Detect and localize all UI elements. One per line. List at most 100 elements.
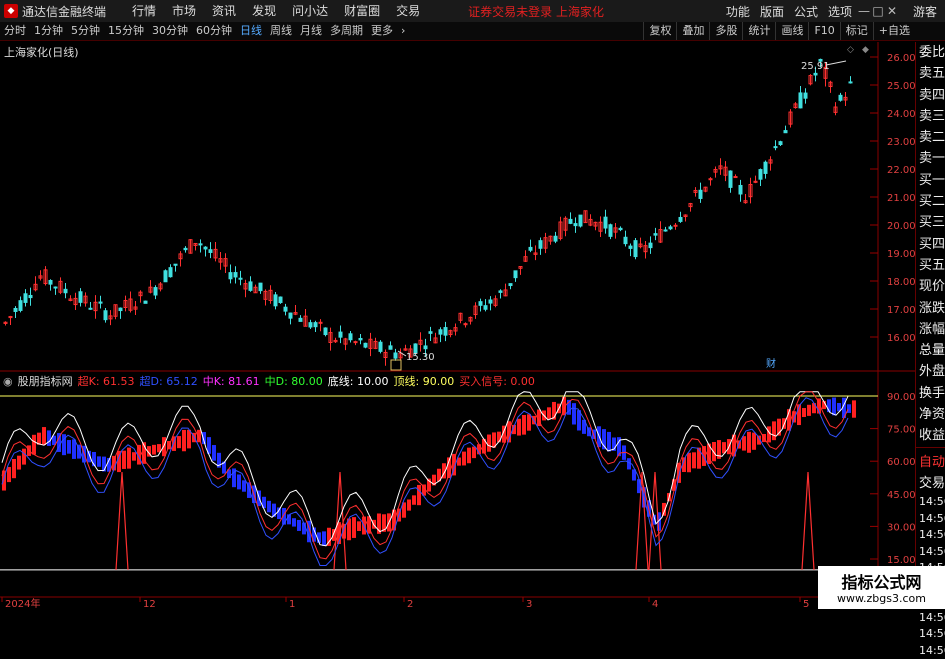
tool-f10[interactable]: F10 — [808, 22, 839, 40]
ind-bar — [487, 434, 491, 452]
ind-bar — [357, 521, 361, 531]
stock-title: 上海家化(日线) — [4, 46, 79, 59]
indicator-info-bar: ◉ 股朋指标网 超K: 61.53 超D: 65.12 中K: 81.61 中D… — [0, 373, 880, 389]
period-daily[interactable]: 日线 — [236, 22, 266, 40]
quote-field-9[interactable]: 买四 — [916, 234, 945, 255]
quote-field-0[interactable]: 委比 — [916, 42, 945, 63]
ind-bar — [572, 403, 576, 425]
menu-layout[interactable]: 版面 — [755, 3, 789, 20]
candle-body — [838, 94, 843, 101]
tool-stats[interactable]: 统计 — [742, 22, 775, 40]
candle-body — [323, 327, 328, 336]
guest-user[interactable]: 游客 — [913, 3, 937, 20]
quote-field-5[interactable]: 卖一 — [916, 148, 945, 169]
period-15min[interactable]: 15分钟 — [104, 22, 148, 40]
quote-field-14[interactable]: 总量 — [916, 340, 945, 361]
candle-body — [438, 329, 443, 335]
chevron-right-icon[interactable]: › — [397, 22, 409, 40]
menu-item-wealth[interactable]: 财富圈 — [336, 0, 388, 22]
menu-item-trade[interactable]: 交易 — [388, 0, 428, 22]
quote-field-2[interactable]: 卖四 — [916, 85, 945, 106]
quote-field-1[interactable]: 卖五 — [916, 63, 945, 84]
period-tick[interactable]: 分时 — [0, 22, 30, 40]
indicator-mk-value: 中K: 81.61 — [202, 375, 260, 388]
candle-body — [443, 327, 448, 336]
period-more[interactable]: 更多 — [367, 22, 397, 40]
quote-field-4[interactable]: 卖二 — [916, 127, 945, 148]
quote-field-18[interactable]: 收益 — [916, 425, 945, 446]
period-weekly[interactable]: 周线 — [266, 22, 296, 40]
quote-field-3[interactable]: 卖三 — [916, 106, 945, 127]
auto-trade-label[interactable]: 自动 — [916, 452, 945, 473]
menu-item-discover[interactable]: 发现 — [244, 0, 284, 22]
diamond-icon[interactable]: ◇ — [847, 45, 854, 55]
candle-body — [478, 301, 483, 306]
quote-field-17[interactable]: 净资 — [916, 404, 945, 425]
financial-marker[interactable]: 财 — [766, 357, 776, 370]
candle-body — [353, 341, 358, 344]
ind-bar — [527, 414, 531, 431]
close-icon[interactable]: ✕ — [885, 4, 899, 18]
ind-bar — [412, 495, 416, 505]
candle-body — [618, 227, 623, 231]
tool-add-watchlist[interactable]: +自选 — [872, 22, 915, 40]
tool-multi-stock[interactable]: 多股 — [709, 22, 742, 40]
price-tick-label: 19.00 — [887, 249, 915, 260]
candle-body — [573, 223, 578, 227]
quote-field-13[interactable]: 涨幅 — [916, 319, 945, 340]
settings-icon[interactable]: ◆ — [862, 45, 869, 55]
ind-bar — [352, 517, 356, 538]
candle-body — [698, 189, 703, 199]
period-multi[interactable]: 多周期 — [326, 22, 367, 40]
period-30min[interactable]: 30分钟 — [148, 22, 192, 40]
menu-item-news[interactable]: 资讯 — [204, 0, 244, 22]
menu-bar: ◆ 通达信金融终端 行情 市场 资讯 发现 问小达 财富圈 交易 证券交易未登录… — [0, 0, 945, 23]
candle-body — [603, 216, 608, 229]
indicator-bottom-value: 底线: 10.00 — [327, 375, 389, 388]
quote-field-15[interactable]: 外盘 — [916, 361, 945, 382]
indicator-name[interactable]: 股朋指标网 — [18, 373, 73, 389]
tool-adjust[interactable]: 复权 — [643, 22, 676, 40]
price-tick-label: 26.00 — [887, 53, 915, 64]
date-tick-label: 1 — [289, 599, 295, 609]
quote-field-11[interactable]: 现价 — [916, 276, 945, 297]
candle-body — [28, 294, 33, 299]
candle-body — [498, 290, 503, 293]
quote-field-16[interactable]: 换手 — [916, 383, 945, 404]
ind-bar — [12, 459, 16, 479]
quote-field-8[interactable]: 买三 — [916, 212, 945, 233]
menu-item-ask[interactable]: 问小达 — [284, 0, 336, 22]
period-1min[interactable]: 1分钟 — [30, 22, 67, 40]
candle-body — [423, 345, 428, 350]
menu-item-market[interactable]: 市场 — [164, 0, 204, 22]
quote-field-10[interactable]: 买五 — [916, 255, 945, 276]
date-tick-label: 5 — [803, 599, 809, 609]
candle-body — [538, 240, 543, 249]
period-60min[interactable]: 60分钟 — [192, 22, 236, 40]
login-notice[interactable]: 证券交易未登录 上海家化 — [468, 3, 604, 20]
indicator-toggle-icon[interactable]: ◉ — [3, 375, 13, 388]
quote-field-7[interactable]: 买二 — [916, 191, 945, 212]
indicator-k-value: 超K: 61.53 — [77, 375, 135, 388]
minimize-icon[interactable]: — — [857, 4, 871, 18]
maximize-icon[interactable]: □ — [871, 4, 885, 18]
tool-draw[interactable]: 画线 — [775, 22, 808, 40]
chart-area[interactable]: 26.00 25.00 24.00 23.00 22.00 21.00 20.00 19.00… — [0, 42, 915, 609]
info-marker-icon[interactable] — [390, 359, 402, 371]
menu-function[interactable]: 功能 — [721, 3, 755, 20]
menu-options[interactable]: 选项 — [823, 3, 857, 20]
period-monthly[interactable]: 月线 — [296, 22, 326, 40]
menu-formula[interactable]: 公式 — [789, 3, 823, 20]
tool-overlay[interactable]: 叠加 — [676, 22, 709, 40]
period-toolbar: 分时 1分钟 5分钟 15分钟 30分钟 60分钟 日线 周线 月线 多周期 更… — [0, 22, 945, 41]
candle-body — [208, 249, 213, 253]
candle-body — [608, 224, 613, 237]
quote-field-12[interactable]: 涨跌 — [916, 298, 945, 319]
ind-bar — [467, 447, 471, 464]
quote-field-6[interactable]: 买一 — [916, 170, 945, 191]
menu-item-quotes[interactable]: 行情 — [124, 0, 164, 22]
tool-mark[interactable]: 标记 — [839, 22, 873, 40]
candle-body — [283, 306, 288, 312]
period-5min[interactable]: 5分钟 — [67, 22, 104, 40]
trade-label[interactable]: 交易 — [916, 473, 945, 494]
